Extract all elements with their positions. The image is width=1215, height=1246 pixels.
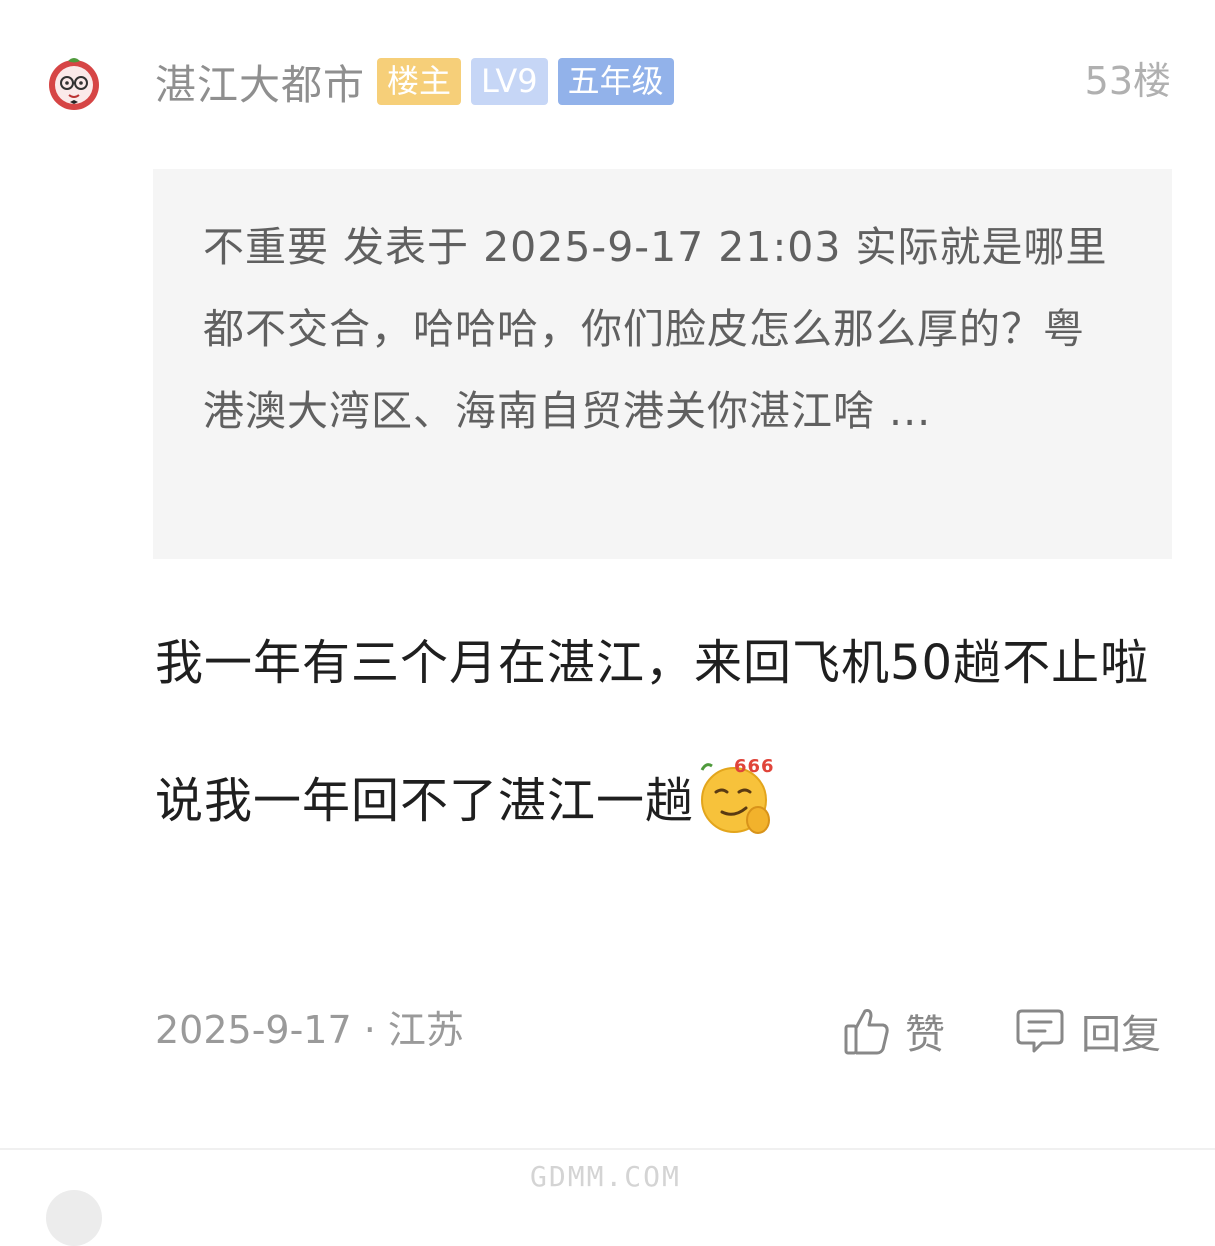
next-post-avatar[interactable] bbox=[46, 1190, 102, 1246]
level-badge: LV9 bbox=[471, 57, 548, 105]
post-meta: 2025-9-17 · 江苏 bbox=[155, 1008, 464, 1052]
content-text-1: 我一年有三个月在湛江，来回飞机50趟不止啦 bbox=[155, 635, 1150, 691]
grade-badge: 五年级 bbox=[557, 57, 674, 105]
lychee-mascot-avatar-icon bbox=[49, 58, 99, 110]
content-paragraph-2: 说我一年回不了湛江一趟 666 bbox=[155, 756, 1165, 844]
watermark: GDMM.COM bbox=[530, 1160, 681, 1193]
smirk-666-emoji-icon: 666 bbox=[700, 756, 775, 834]
comment-icon bbox=[1016, 1009, 1064, 1053]
owner-badge: 楼主 bbox=[377, 57, 462, 105]
like-button[interactable]: 赞 bbox=[843, 1003, 945, 1059]
reply-button[interactable]: 回复 bbox=[1015, 1003, 1161, 1059]
quote-block[interactable]: 不重要 发表于 2025-9-17 21:03 实际就是哪里都不交合，哈哈哈，你… bbox=[153, 169, 1172, 559]
like-label: 赞 bbox=[905, 1012, 945, 1058]
author-avatar[interactable] bbox=[46, 55, 102, 111]
author-name[interactable]: 湛江大都市 bbox=[155, 51, 365, 111]
quote-text: 不重要 发表于 2025-9-17 21:03 实际就是哪里都不交合，哈哈哈，你… bbox=[203, 223, 1108, 435]
content-paragraph-1: 我一年有三个月在湛江，来回飞机50趟不止啦 bbox=[155, 620, 1165, 706]
post-content: 我一年有三个月在湛江，来回飞机50趟不止啦 说我一年回不了湛江一趟 666 bbox=[155, 620, 1165, 844]
post-divider bbox=[0, 1148, 1215, 1150]
floor-number: 53楼 bbox=[1084, 59, 1171, 103]
content-text-2: 说我一年回不了湛江一趟 bbox=[155, 773, 695, 829]
svg-text:666: 666 bbox=[734, 756, 775, 777]
post-header: 湛江大都市 楼主 LV9 五年级 bbox=[155, 55, 674, 109]
thumbs-up-icon bbox=[844, 1009, 889, 1055]
reply-label: 回复 bbox=[1081, 1012, 1161, 1058]
